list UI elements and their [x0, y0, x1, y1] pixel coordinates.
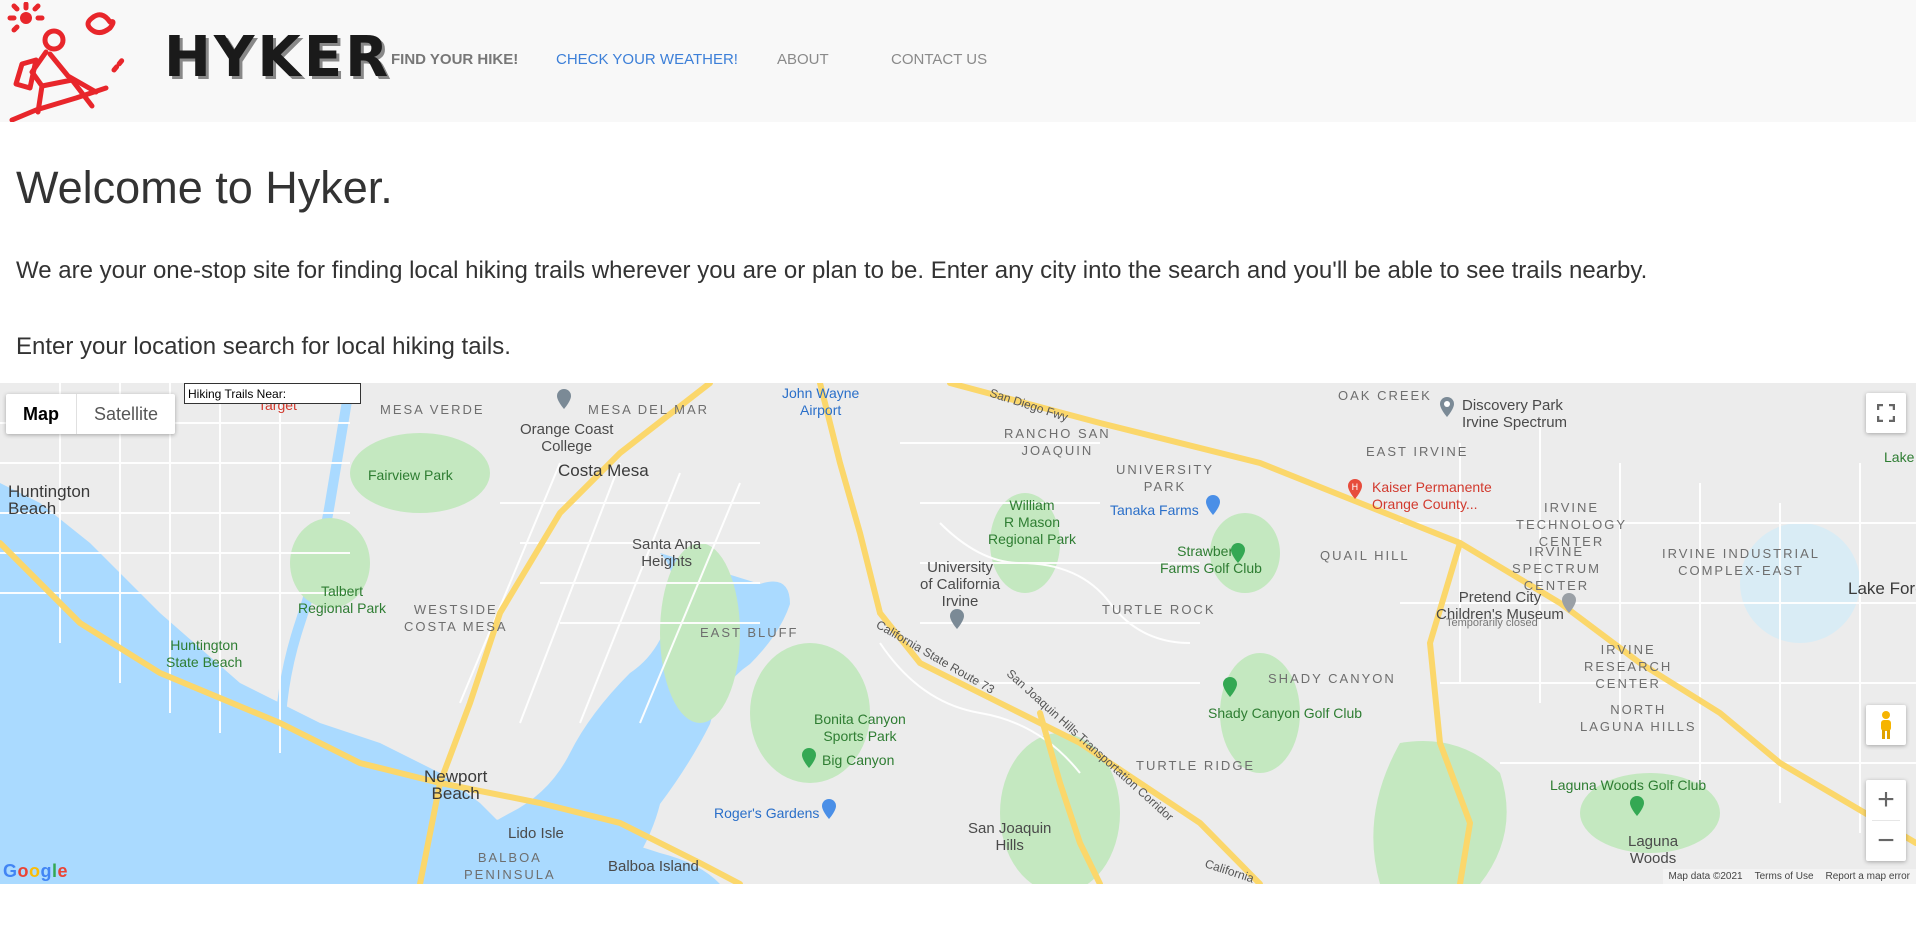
pegman-icon [1881, 711, 1891, 739]
search-prompt: Enter your location search for local hik… [16, 333, 511, 360]
label-mesa-del-mar: MESA DEL MAR [588, 402, 710, 417]
label-rogers-gardens: Roger's Gardens [714, 805, 820, 821]
label-mason-park: William R Mason Regional Park [988, 497, 1076, 547]
label-kaiser: Kaiser Permanente Orange County... [1372, 479, 1492, 512]
label-rancho: RANCHO SAN JOAQUIN [1004, 426, 1111, 458]
navbar: HYKER FIND YOUR HIKE! CHECK YOUR WEATHER… [0, 0, 1916, 122]
label-quail-hill: QUAIL HILL [1320, 548, 1410, 563]
nav-find-hike[interactable]: FIND YOUR HIKE! [391, 51, 518, 69]
school-pin-icon[interactable] [557, 389, 571, 409]
label-east-bluff: EAST BLUFF [700, 625, 799, 640]
label-costa-mesa: Costa Mesa [558, 461, 649, 480]
trail-search-input[interactable] [184, 383, 361, 404]
school-pin-icon[interactable] [950, 609, 964, 629]
zoom-control: + − [1866, 780, 1906, 861]
plus-icon: + [1877, 783, 1895, 816]
golf-pin-icon[interactable] [1630, 796, 1644, 816]
label-irvine-spectrum: IRVINE SPECTRUM CENTER [1512, 544, 1601, 593]
label-turtle-ridge: TURTLE RIDGE [1136, 758, 1256, 773]
map-data-text: Map data ©2021 [1668, 871, 1743, 882]
label-balboa-peninsula: BALBOA PENINSULA [464, 850, 556, 882]
golf-pin-icon[interactable] [1223, 677, 1237, 697]
label-newport-beach: Newport Beach [424, 767, 488, 803]
label-santa-ana-heights: Santa Ana Heights [632, 536, 702, 570]
museum-pin-icon[interactable] [1562, 593, 1576, 613]
label-laguna-woods: Laguna Woods [1628, 833, 1679, 867]
shopping-pin-icon[interactable] [822, 799, 836, 819]
map-type-control: Map Satellite [6, 394, 176, 434]
label-balboa-island: Balboa Island [608, 858, 699, 875]
label-turtle-rock: TURTLE ROCK [1102, 602, 1216, 617]
minus-icon: − [1877, 824, 1895, 857]
label-san-joaquin-hills: San Joaquin Hills [968, 820, 1052, 854]
brand-name[interactable]: HYKER [164, 26, 391, 90]
label-uci: University of California Irvine [920, 559, 1001, 610]
label-talbert-park: Talbert Regional Park [298, 583, 386, 616]
label-fairview-park: Fairview Park [368, 467, 453, 483]
terms-link[interactable]: Terms of Use [1749, 869, 1820, 884]
label-lido-isle: Lido Isle [508, 825, 564, 842]
label-lake: Lake [1884, 449, 1915, 465]
label-shady-canyon-golf: Shady Canyon Golf Club [1208, 705, 1363, 721]
map[interactable]: Huntington Beach Huntington State Beach Ta… [0, 383, 1916, 884]
label-lake-forest: Lake Fores [1848, 579, 1916, 598]
label-irvine-research: IRVINE RESEARCH CENTER [1584, 642, 1673, 691]
label-laguna-woods-golf: Laguna Woods Golf Club [1550, 777, 1707, 793]
fullscreen-icon [1877, 404, 1895, 422]
map-attribution: Map data ©2021 Terms of Use Report a map… [1662, 869, 1916, 884]
label-tanaka-farms: Tanaka Farms [1110, 502, 1199, 518]
fullscreen-button[interactable] [1866, 393, 1906, 433]
shopping-pin-icon[interactable] [1206, 495, 1220, 515]
label-westside: WESTSIDE COSTA MESA [404, 602, 508, 634]
map-type-map-button[interactable]: Map [6, 394, 77, 434]
label-oak-creek: OAK CREEK [1338, 388, 1432, 403]
hospital-pin-icon[interactable]: H [1348, 479, 1362, 499]
label-irvine-industrial: IRVINE INDUSTRIAL COMPLEX-EAST [1662, 546, 1821, 578]
label-huntington-state-beach: Huntington State Beach [166, 637, 243, 670]
label-university-park: UNIVERSITY PARK [1116, 462, 1215, 494]
golf-pin-icon[interactable] [1231, 543, 1245, 563]
zoom-out-button[interactable]: − [1866, 821, 1906, 861]
page-title: Welcome to Hyker. [16, 162, 393, 213]
svg-text:H: H [1352, 483, 1359, 493]
park-pin-icon[interactable] [802, 748, 816, 768]
nav-about[interactable]: ABOUT [777, 51, 829, 69]
map-canvas[interactable] [0, 383, 1916, 884]
label-east-irvine: EAST IRVINE [1366, 444, 1469, 459]
label-orange-coast: Orange Coast College [520, 421, 614, 455]
intro-text: We are your one-stop site for finding lo… [16, 257, 1648, 284]
label-discovery-park: Discovery Park Irvine Spectrum [1462, 397, 1568, 431]
label-john-wayne-airport: John Wayne Airport [782, 385, 860, 418]
nav-contact-us[interactable]: CONTACT US [891, 51, 987, 69]
label-huntington-beach: Huntington Beach [8, 482, 91, 518]
label-strawberry-farms: Strawberry Farms Golf Club [1160, 543, 1262, 576]
hiker-logo [7, 2, 127, 122]
street-view-button[interactable] [1866, 705, 1906, 745]
map-type-satellite-button[interactable]: Satellite [77, 394, 175, 434]
zoom-in-button[interactable]: + [1866, 780, 1906, 820]
report-error-link[interactable]: Report a map error [1820, 869, 1916, 884]
label-mesa-verde: MESA VERDE [380, 402, 485, 417]
label-north-laguna-hills: NORTH LAGUNA HILLS [1580, 702, 1697, 734]
label-bonita-canyon: Bonita Canyon Sports Park [814, 711, 906, 744]
nav-check-weather[interactable]: CHECK YOUR WEATHER! [556, 51, 738, 69]
place-pin-icon[interactable] [1440, 397, 1454, 417]
google-logo[interactable]: Google [3, 861, 68, 881]
label-shady-canyon: SHADY CANYON [1268, 671, 1396, 686]
label-temporarily-closed: Temporarily closed [1446, 617, 1538, 629]
label-big-canyon: Big Canyon [822, 752, 895, 768]
